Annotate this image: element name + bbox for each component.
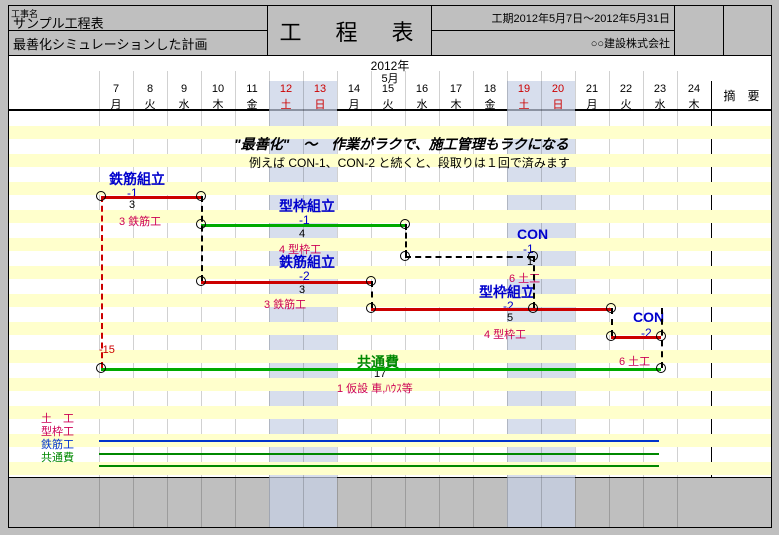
period-box: 工期2012年5月7日～2012年5月31日 [431, 5, 675, 31]
cal-dow: 日 [303, 96, 337, 112]
node [96, 191, 106, 201]
task-con1-name: CON [517, 226, 548, 242]
cal-day: 12 [269, 83, 303, 95]
node [606, 303, 616, 313]
cal-dow: 木 [677, 96, 711, 112]
task-con2-name: CON [633, 309, 664, 325]
cal-dow: 火 [133, 96, 167, 112]
node [366, 276, 376, 286]
cal-dow: 水 [643, 96, 677, 112]
node [400, 251, 410, 261]
task-rebar1-res: 3 鉄筋工 [119, 213, 161, 229]
cal-dow: 月 [337, 96, 371, 112]
header-box-2 [723, 5, 772, 56]
node [96, 363, 106, 373]
cal-day: 11 [235, 83, 269, 95]
cal-day: 14 [337, 83, 371, 95]
bar-rebar2 [201, 281, 371, 284]
node [196, 219, 206, 229]
cal-dow: 土 [507, 96, 541, 112]
cal-day: 10 [201, 83, 235, 95]
cal-dow: 木 [201, 96, 235, 112]
cal-dow: 火 [609, 96, 643, 112]
row-band [9, 294, 771, 307]
cal-day: 21 [575, 83, 609, 95]
project-name-box: 工事名 サンプル工程表 [8, 5, 268, 31]
cal-day: 16 [405, 83, 439, 95]
bar-con2link [611, 336, 661, 339]
link-1 [201, 196, 203, 281]
cal-day: 15 [371, 83, 405, 95]
cal-dow: 月 [99, 96, 133, 112]
cal-day: 24 [677, 83, 711, 95]
row-band [9, 238, 771, 251]
task-common-res: 1 仮設 車,ﾊｳｽ等 [337, 380, 413, 396]
bar-common [101, 368, 661, 371]
gantt-chart: 2012年 5月 摘 要 7月8火9水10木11金12土13日14月15火16水… [8, 55, 772, 528]
title-box: 工 程 表 [267, 5, 432, 56]
cal-day: 9 [167, 83, 201, 95]
cal-day: 7 [99, 83, 133, 95]
cal-dow: 木 [439, 96, 473, 112]
task-form1-dur: 4 [299, 228, 305, 240]
row-band [9, 462, 771, 475]
legend-bar-a [99, 440, 659, 442]
cal-dow: 水 [167, 96, 201, 112]
cal-day: 23 [643, 83, 677, 95]
cal-day: 20 [541, 83, 575, 95]
task-con2-res: 6 土工 [619, 353, 650, 369]
cal-day: 13 [303, 83, 337, 95]
node [366, 303, 376, 313]
task-form2-dur: 5 [507, 312, 513, 324]
link-start [101, 196, 103, 368]
plan-name-box: 最善化シミュレーションした計画 [8, 30, 268, 56]
cal-day: 17 [439, 83, 473, 95]
cal-dow: 火 [371, 96, 405, 112]
legend-bar-c [99, 465, 659, 467]
node [656, 363, 666, 373]
cal-day: 22 [609, 83, 643, 95]
row-band [9, 266, 771, 279]
cal-dow: 金 [473, 96, 507, 112]
link-2b [405, 256, 533, 258]
cal-dow: 水 [405, 96, 439, 112]
cal-day: 19 [507, 83, 541, 95]
cal-dow: 日 [541, 96, 575, 112]
row-band [9, 406, 771, 419]
cal-day: 18 [473, 83, 507, 95]
cal-dow: 金 [235, 96, 269, 112]
cal-day: 8 [133, 83, 167, 95]
company-box: ○○建設株式会社 [431, 30, 675, 56]
bottom-band [9, 477, 771, 527]
node [656, 331, 666, 341]
task-form2-res: 4 型枠工 [484, 326, 526, 342]
node [400, 219, 410, 229]
link-2c [533, 256, 535, 308]
plan-name: 最善化シミュレーションした計画 [13, 34, 207, 53]
remarks-header: 摘 要 [711, 81, 771, 111]
node [196, 191, 206, 201]
cal-dow: 土 [269, 96, 303, 112]
bar-form2 [371, 308, 611, 311]
bar-form1 [201, 224, 405, 227]
legend-bar-b [99, 453, 659, 455]
node [606, 331, 616, 341]
task-rebar2-res: 3 鉄筋工 [264, 296, 306, 312]
task-rebar1-dur: 3 [129, 199, 135, 211]
note-sub: 例えば CON-1、CON-2 と続くと、段取りは１回で済みます [249, 154, 570, 171]
chart-title: 工 程 表 [279, 15, 419, 47]
legend-4: 共通費 [41, 449, 74, 465]
note-headline: "最善化" ～ 作業がラクで、施工管理もラクになる [234, 134, 569, 154]
task-rebar2-dur: 3 [299, 284, 305, 296]
header-box-1 [674, 5, 724, 56]
node [196, 276, 206, 286]
node [528, 251, 538, 261]
legend: 土 工 型枠工 鉄筋工 共通費 [41, 411, 74, 463]
period: 工期2012年5月7日～2012年5月31日 [491, 10, 670, 26]
node [528, 303, 538, 313]
company: ○○建設株式会社 [591, 35, 670, 51]
bar-rebar1 [101, 196, 201, 199]
project-label: 工事名 [11, 7, 38, 20]
cal-dow: 月 [575, 96, 609, 112]
